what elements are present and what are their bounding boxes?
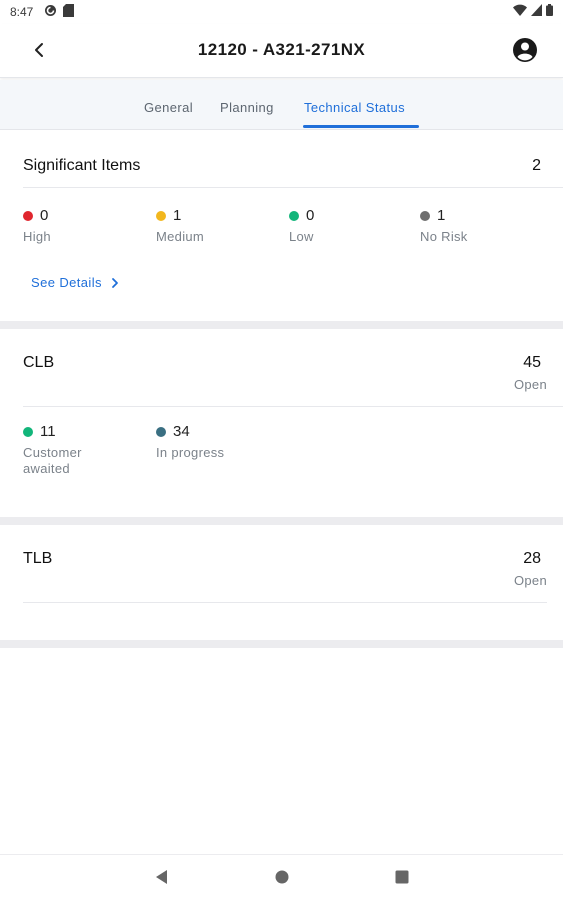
- section-divider: [0, 640, 563, 648]
- clb-value: 34: [173, 423, 190, 440]
- wifi-icon: [513, 4, 527, 16]
- nav-recents-button[interactable]: [393, 868, 411, 886]
- clb-card[interactable]: CLB 45 Open 11 Customer awaited 34 In pr…: [0, 329, 563, 517]
- clb-stat-customer-awaited: 11 Customer awaited: [23, 423, 82, 477]
- red-dot-icon: [23, 210, 33, 221]
- page-title: 12120 - A321-271NX: [197, 40, 366, 59]
- gray-dot-icon: [420, 210, 430, 221]
- status-system-icons: [513, 4, 553, 16]
- significant-items-count: 2: [532, 157, 541, 174]
- cellular-signal-icon: [531, 4, 542, 16]
- tlb-title: TLB: [23, 550, 53, 567]
- app-bar: 12120 - A321-271NX: [0, 24, 563, 78]
- tlb-count: 28: [523, 550, 541, 567]
- triangle-back-icon: [156, 870, 167, 884]
- risk-label: No Risk: [420, 229, 468, 244]
- teal-dot-icon: [156, 426, 166, 437]
- status-time: 8:47: [10, 5, 34, 19]
- risk-value: 0: [40, 207, 49, 224]
- risk-value: 1: [437, 207, 446, 224]
- clb-title: CLB: [23, 354, 55, 371]
- chevron-right-icon: [111, 277, 118, 288]
- account-circle-icon: [513, 38, 537, 62]
- status-bar: 8:47: [0, 0, 563, 24]
- account-button[interactable]: [511, 36, 539, 64]
- tab-planning[interactable]: Planning: [220, 100, 274, 115]
- tlb-open-label: Open: [513, 573, 547, 588]
- section-divider: [0, 321, 563, 329]
- clb-stat-in-progress: 34 In progress: [156, 423, 224, 461]
- sync-icon: [45, 5, 56, 16]
- tab-general[interactable]: General: [144, 100, 193, 115]
- clb-open-label: Open: [513, 377, 547, 392]
- yellow-dot-icon: [156, 210, 166, 221]
- sd-card-icon: [63, 4, 74, 17]
- square-recents-icon: [395, 870, 409, 884]
- nav-back-button[interactable]: [153, 868, 171, 886]
- see-details-link[interactable]: See Details: [31, 275, 120, 290]
- risk-label: High: [23, 229, 51, 244]
- divider: [23, 602, 547, 603]
- active-tab-indicator: [303, 125, 419, 128]
- risk-stat-high: 0 High: [23, 207, 51, 245]
- green-dot-icon: [23, 426, 33, 437]
- risk-value: 1: [173, 207, 182, 224]
- battery-icon: [546, 4, 553, 16]
- clb-count: 45: [523, 354, 541, 371]
- risk-stat-low: 0 Low: [289, 207, 314, 245]
- system-navigation-bar: [0, 854, 563, 900]
- tab-bar: General Planning Technical Status: [0, 80, 563, 130]
- clb-label: Customer awaited: [23, 445, 82, 476]
- tlb-card[interactable]: TLB 28 Open: [0, 525, 563, 640]
- risk-stat-no-risk: 1 No Risk: [420, 207, 468, 245]
- section-divider: [0, 517, 563, 525]
- risk-stat-medium: 1 Medium: [156, 207, 204, 245]
- clb-label: In progress: [156, 445, 225, 460]
- risk-label: Low: [289, 229, 314, 244]
- tab-technical-status[interactable]: Technical Status: [304, 100, 405, 115]
- significant-items-card: Significant Items 2 0 High 1 Medium 0 Lo…: [0, 131, 563, 321]
- significant-items-title: Significant Items: [23, 157, 141, 174]
- risk-value: 0: [306, 207, 315, 224]
- nav-home-button[interactable]: [273, 868, 291, 886]
- green-dot-icon: [289, 210, 299, 221]
- see-details-label: See Details: [31, 275, 102, 290]
- risk-label: Medium: [156, 229, 205, 244]
- divider: [23, 406, 563, 407]
- clb-value: 11: [40, 423, 56, 440]
- circle-home-icon: [275, 870, 289, 884]
- status-notification-icons: [44, 4, 74, 17]
- divider: [23, 187, 563, 188]
